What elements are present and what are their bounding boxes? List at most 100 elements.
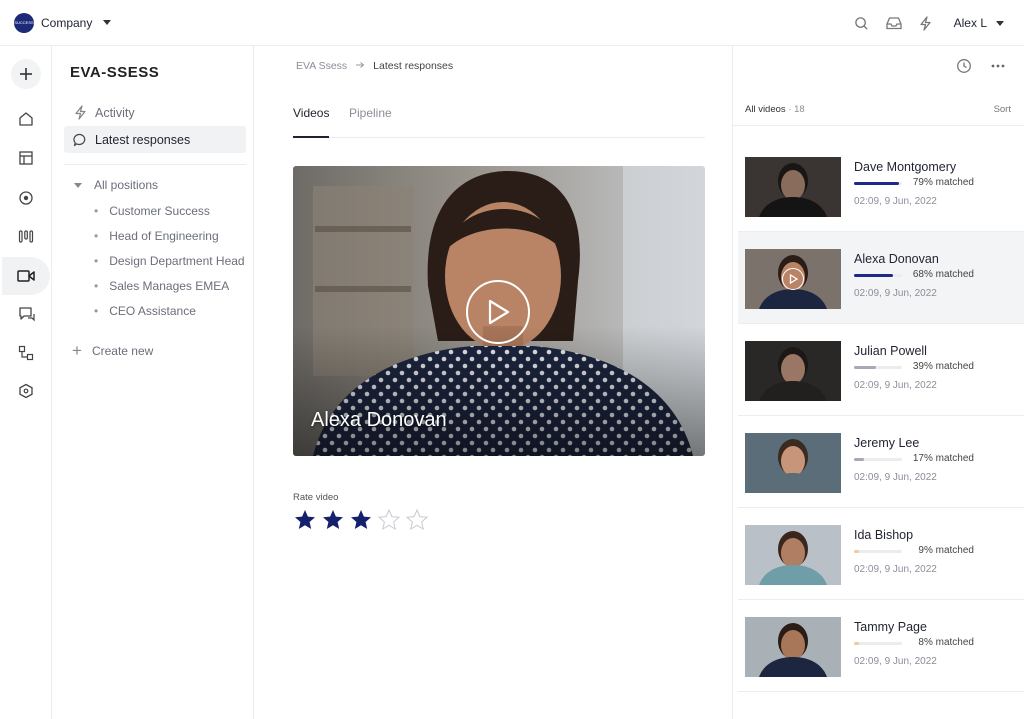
inbox-icon[interactable] — [885, 15, 902, 31]
response-date: 02:09, 9 Jun, 2022 — [854, 472, 937, 483]
history-icon[interactable] — [956, 58, 972, 79]
star-empty-icon[interactable] — [377, 508, 401, 532]
all-videos-text: All videos — [745, 104, 786, 115]
response-date: 02:09, 9 Jun, 2022 — [854, 380, 937, 391]
workflow-icon[interactable] — [16, 343, 36, 363]
position-item[interactable]: Sales Manages EMEA — [94, 279, 246, 293]
match-percent: 8% matched — [918, 637, 974, 648]
response-date: 02:09, 9 Jun, 2022 — [854, 288, 937, 299]
position-item[interactable]: Head of Engineering — [94, 229, 246, 243]
breadcrumb-current: Latest responses — [373, 60, 454, 72]
position-item[interactable]: CEO Assistance — [94, 304, 246, 318]
candidate-thumbnail — [745, 249, 841, 309]
video-list-item[interactable]: Tammy Page 8% matched 02:09, 9 Jun, 2022 — [738, 600, 1024, 692]
breadcrumb-root[interactable]: EVA Ssess — [296, 60, 347, 72]
company-logo: SUCCESS — [14, 12, 34, 33]
position-item[interactable]: Design Department Head — [94, 254, 246, 268]
star-filled-icon[interactable] — [293, 508, 317, 532]
candidate-name: Tammy Page — [854, 620, 927, 634]
sidebar-item-activity[interactable]: Activity — [64, 99, 246, 126]
company-name: Company — [41, 15, 93, 30]
chevron-down-icon — [996, 20, 1004, 26]
candidate-name: Julian Powell — [854, 344, 927, 358]
star-filled-icon[interactable] — [321, 508, 345, 532]
position-item[interactable]: Customer Success — [94, 204, 246, 218]
chevron-down-icon — [103, 20, 112, 25]
more-options-icon[interactable] — [990, 58, 1006, 79]
divider — [64, 164, 246, 165]
company-switcher[interactable]: SUCCESS Company — [14, 12, 112, 33]
top-bar: SUCCESS Company Alex L — [0, 0, 1024, 46]
play-icon[interactable] — [466, 280, 530, 344]
videos-panel: All videos · 18 Sort Dave Montgomery 79% … — [732, 46, 1024, 719]
star-empty-icon[interactable] — [405, 508, 429, 532]
tab-videos[interactable]: Videos — [293, 106, 329, 120]
match-percent: 9% matched — [918, 545, 974, 556]
candidate-name: Jeremy Lee — [854, 436, 920, 450]
all-positions-toggle[interactable]: All positions — [74, 178, 158, 192]
match-bar-fill — [854, 182, 899, 185]
video-list-item[interactable]: Alexa Donovan 68% matched 02:09, 9 Jun, 20… — [738, 232, 1024, 324]
user-menu[interactable]: Alex L — [954, 16, 1004, 30]
arrow-right-icon — [355, 60, 365, 72]
sidebar: EVA-SSESS Activity Latest responses All … — [52, 46, 254, 719]
response-date: 02:09, 9 Jun, 2022 — [854, 656, 937, 667]
match-bar-fill — [854, 642, 859, 645]
target-icon[interactable] — [16, 188, 36, 208]
create-new-button[interactable]: + Create new — [72, 341, 153, 361]
videos-panel-header: All videos · 18 Sort — [733, 104, 1024, 126]
tab-bar: Videos Pipeline — [293, 106, 705, 138]
main-content: EVA Ssess Latest responses Videos Pipeli… — [254, 46, 732, 719]
match-bar-fill — [854, 550, 860, 553]
sidebar-item-latest-responses[interactable]: Latest responses — [64, 126, 246, 153]
star-filled-icon[interactable] — [349, 508, 373, 532]
video-list-item[interactable]: Julian Powell 39% matched 02:09, 9 Jun, 20… — [738, 324, 1024, 416]
all-videos-label: All videos · 18 — [745, 104, 805, 115]
video-list-item[interactable]: Ida Bishop 9% matched 02:09, 9 Jun, 2022 — [738, 508, 1024, 600]
create-new-label: Create new — [91, 344, 154, 358]
video-camera-icon[interactable] — [16, 266, 36, 286]
match-percent: 68% matched — [912, 269, 974, 280]
sidebar-item-label: Activity — [95, 105, 135, 120]
plus-icon[interactable] — [11, 59, 41, 89]
home-icon[interactable] — [16, 109, 36, 129]
hexagon-icon[interactable] — [16, 381, 36, 401]
response-date: 02:09, 9 Jun, 2022 — [854, 564, 937, 575]
user-name: Alex L — [953, 16, 987, 30]
search-icon[interactable] — [854, 15, 870, 31]
match-percent: 17% matched — [912, 453, 974, 464]
rate-video-label: Rate video — [293, 492, 339, 503]
candidate-name: Alexa Donovan — [854, 252, 939, 266]
sort-button[interactable]: Sort — [994, 104, 1011, 115]
candidate-thumbnail — [745, 525, 841, 585]
candidate-thumbnail — [745, 617, 841, 677]
plus-icon: + — [72, 341, 82, 360]
star-rating[interactable] — [293, 508, 429, 532]
video-list-item[interactable]: Jeremy Lee 17% matched 02:09, 9 Jun, 2022 — [738, 416, 1024, 508]
video-list-item[interactable]: Dave Montgomery 79% matched 02:09, 9 Jun, … — [738, 140, 1024, 232]
candidate-thumbnail — [745, 341, 841, 401]
play-icon[interactable] — [782, 268, 804, 290]
candidate-name: Dave Montgomery — [854, 160, 957, 174]
sidebar-item-label: Latest responses — [95, 132, 191, 147]
all-positions-label: All positions — [94, 178, 159, 192]
videos-count: · 18 — [788, 104, 805, 115]
match-percent: 39% matched — [912, 361, 974, 372]
chat-icon[interactable] — [16, 304, 36, 324]
active-tab-indicator — [293, 136, 329, 138]
breadcrumb: EVA Ssess Latest responses — [296, 60, 453, 72]
triangle-down-icon — [74, 182, 82, 188]
tab-pipeline[interactable]: Pipeline — [349, 106, 392, 120]
layout-icon[interactable] — [16, 148, 36, 168]
response-date: 02:09, 9 Jun, 2022 — [854, 196, 937, 207]
chat-bubble-icon — [72, 132, 88, 148]
brand-logo: EVA-SSESS — [70, 64, 160, 81]
candidate-thumbnail — [745, 157, 841, 217]
video-player[interactable]: Alexa Donovan — [293, 166, 705, 456]
lightning-icon[interactable] — [918, 15, 934, 31]
video-candidate-name: Alexa Donovan — [311, 409, 447, 431]
match-bar-fill — [854, 366, 877, 369]
pipeline-icon[interactable] — [16, 227, 36, 247]
candidate-name: Ida Bishop — [854, 528, 914, 542]
lightning-icon — [72, 105, 88, 121]
